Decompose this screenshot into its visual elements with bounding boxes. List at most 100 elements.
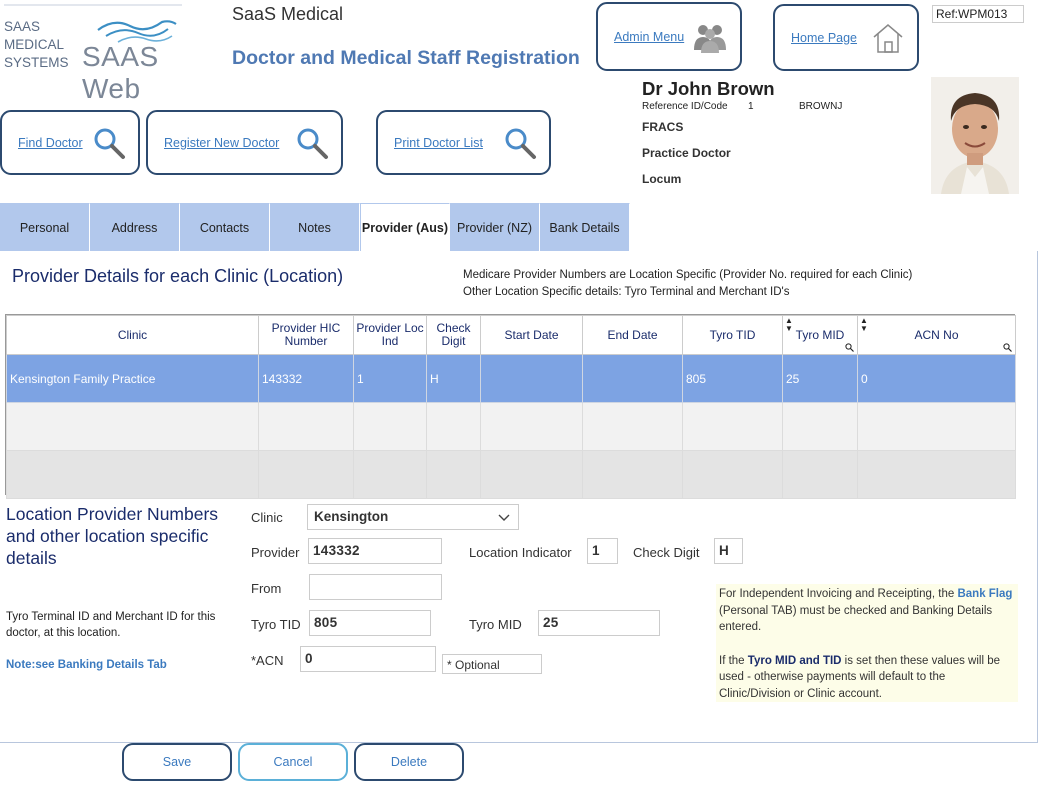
tab-address[interactable]: Address: [90, 203, 180, 251]
tyro-tid-input[interactable]: 805: [309, 610, 431, 636]
register-new-doctor-label: Register New Doctor: [164, 135, 280, 150]
acn-input[interactable]: 0: [300, 646, 436, 672]
tyro-mid-label: Tyro MID: [469, 617, 522, 632]
tab-notes[interactable]: Notes: [270, 203, 360, 251]
col-header-start-date[interactable]: Start Date: [480, 315, 583, 355]
sort-arrows-icon[interactable]: ▲ ▼: [860, 317, 868, 333]
location-indicator-input[interactable]: 1: [587, 538, 618, 564]
search-icon: [505, 128, 536, 159]
banking-details-note-link[interactable]: Note:see Banking Details Tab: [6, 659, 167, 671]
tab-provider-nz[interactable]: Provider (NZ): [450, 203, 540, 251]
col-header-check-digit[interactable]: Check Digit: [426, 315, 481, 355]
check-digit-label: Check Digit: [633, 545, 700, 560]
users-icon: [694, 24, 726, 53]
col-header-provider-loc[interactable]: Provider Loc Ind: [353, 315, 427, 355]
col-header-clinic[interactable]: Clinic: [6, 315, 259, 355]
page-title: Doctor and Medical Staff Registration: [232, 47, 580, 69]
delete-button[interactable]: Delete: [354, 743, 464, 781]
col-header-label: Check Digit: [436, 321, 471, 348]
col-header-label: End Date: [607, 327, 658, 342]
save-button[interactable]: Save: [122, 743, 232, 781]
cell: [682, 402, 783, 451]
table-row[interactable]: Kensington Family Practice 143332 1 H 80…: [6, 354, 1016, 403]
find-doctor-button[interactable]: Find Doctor: [0, 110, 140, 175]
cell-end-date: [582, 354, 683, 403]
info-paragraph-bank: For Independent Invoicing and Receipting…: [719, 586, 1015, 636]
cancel-button[interactable]: Cancel: [238, 743, 348, 781]
search-icon[interactable]: [1003, 343, 1012, 352]
doctor-ref-id: 1: [748, 101, 754, 112]
cell: [857, 402, 1016, 451]
section-note-line2: Other Location Specific details: Tyro Te…: [463, 285, 790, 298]
cell-start-date: [480, 354, 583, 403]
provider-input[interactable]: 143332: [308, 538, 442, 564]
cell: [582, 450, 683, 499]
cell: [857, 450, 1016, 499]
register-new-doctor-button[interactable]: Register New Doctor: [146, 110, 343, 175]
doctor-photo: [931, 77, 1019, 194]
table-row-empty[interactable]: [6, 450, 1016, 499]
tab-personal[interactable]: Personal: [0, 203, 90, 251]
doctor-name: Dr John Brown: [642, 78, 775, 99]
acn-label: *ACN: [251, 653, 284, 668]
col-header-end-date[interactable]: End Date: [582, 315, 683, 355]
info-box: For Independent Invoicing and Receipting…: [716, 584, 1018, 702]
clinic-label: Clinic: [251, 510, 283, 525]
home-page-button[interactable]: Home Page: [773, 4, 919, 71]
cell: [6, 402, 259, 451]
logo-text: SAAS MEDICAL SYSTEMS: [4, 19, 69, 70]
location-indicator-label: Location Indicator: [469, 545, 572, 560]
col-header-label: Tyro TID: [709, 327, 756, 342]
col-header-provider-hic[interactable]: Provider HIC Number: [258, 315, 354, 355]
cell: [426, 450, 481, 499]
app-title: SaaS Medical: [232, 4, 344, 24]
cell-check-digit: H: [426, 354, 481, 403]
provider-grid: Clinic Provider HIC Number Provider Loc …: [5, 314, 1016, 499]
clinic-select[interactable]: Kensington: [307, 504, 519, 530]
info-text: For Independent Invoicing and Receipting…: [719, 588, 958, 600]
tyro-mid-input[interactable]: 25: [538, 610, 660, 636]
admin-menu-button[interactable]: Admin Menu: [596, 2, 742, 71]
cell: [426, 402, 481, 451]
section-note: Medicare Provider Numbers are Location S…: [463, 267, 912, 300]
search-icon: [297, 128, 328, 159]
doctor-ref-label: Reference ID/Code: [642, 101, 728, 112]
check-digit-input[interactable]: H: [714, 538, 743, 564]
location-form-title: Location Provider Numbers and other loca…: [6, 504, 219, 568]
table-row-empty[interactable]: [6, 402, 1016, 451]
section-title: Provider Details for each Clinic (Locati…: [12, 266, 344, 286]
col-header-label: Clinic: [117, 327, 148, 342]
col-header-tyro-mid[interactable]: ▲ ▼ Tyro MID: [782, 315, 858, 355]
search-icon[interactable]: [845, 343, 854, 352]
cell: [782, 450, 858, 499]
from-date-input[interactable]: [309, 574, 442, 600]
cell-provider-loc: 1: [353, 354, 427, 403]
col-header-tyro-tid[interactable]: Tyro TID: [682, 315, 783, 355]
sort-arrows-icon[interactable]: ▲ ▼: [785, 317, 793, 333]
tab-contacts[interactable]: Contacts: [180, 203, 270, 251]
optional-note: * Optional: [442, 654, 542, 674]
clinic-select-value: Kensington: [314, 509, 389, 524]
tab-bar: Personal Address Contacts Notes Provider…: [0, 203, 630, 251]
cell: [682, 450, 783, 499]
col-header-label: Tyro MID: [795, 327, 845, 342]
chevron-down-icon: [498, 514, 510, 521]
tyro-highlight: Tyro MID and TID: [747, 654, 842, 667]
col-header-acn[interactable]: ▲ ▼ ACN No: [857, 315, 1016, 355]
admin-menu-label: Admin Menu: [614, 29, 685, 44]
doctor-qualification: FRACS: [642, 120, 684, 134]
col-header-label: ACN No: [914, 327, 959, 342]
info-text: If the: [719, 654, 748, 667]
print-doctor-list-label: Print Doctor List: [394, 135, 483, 150]
provider-label: Provider: [251, 545, 300, 560]
tab-bank-details[interactable]: Bank Details: [540, 203, 630, 251]
col-header-label: Provider HIC Number: [271, 321, 341, 348]
tab-provider-aus[interactable]: Provider (Aus): [360, 203, 450, 251]
cell: [353, 450, 427, 499]
logo: SAAS MEDICAL SYSTEMS SAAS Web: [0, 4, 220, 104]
cell: [480, 402, 583, 451]
cell-clinic: Kensington Family Practice: [6, 354, 259, 403]
print-doctor-list-button[interactable]: Print Doctor List: [376, 110, 551, 175]
cell-provider-hic: 143332: [258, 354, 354, 403]
